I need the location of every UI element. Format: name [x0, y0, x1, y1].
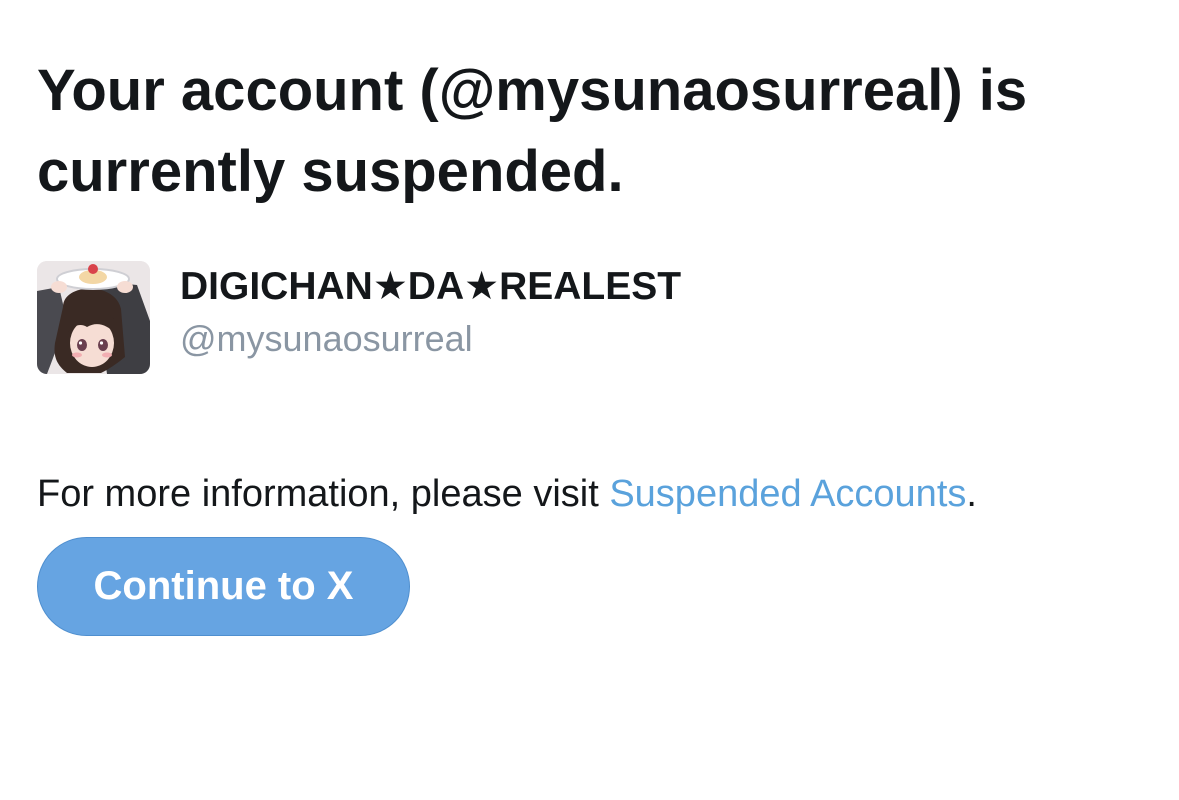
suspended-accounts-link[interactable]: Suspended Accounts: [609, 473, 966, 515]
profile-handle: @mysunaosurreal: [180, 318, 473, 359]
profile-card: DIGICHAN★DA★REALEST @mysunaosurreal: [37, 261, 1037, 375]
continue-button[interactable]: Continue to X: [37, 537, 410, 636]
info-suffix: .: [966, 473, 977, 515]
info-prefix: For more information, please visit: [37, 473, 610, 515]
info-text: For more information, please visit Suspe…: [37, 470, 977, 518]
avatar: [37, 261, 150, 374]
suspension-headline: Your account (@mysunaosurreal) is curren…: [37, 58, 1028, 204]
avatar-image: [37, 261, 150, 374]
profile-display-name: DIGICHAN★DA★REALEST: [180, 265, 682, 308]
